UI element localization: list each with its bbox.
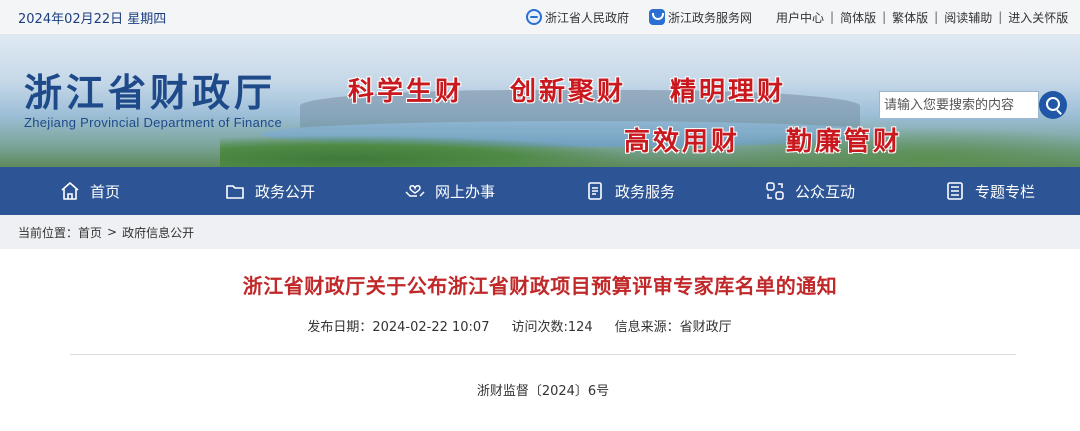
- banner-trees: [220, 135, 640, 167]
- link-user-center[interactable]: 用户中心: [776, 9, 824, 26]
- publish-date: 发布日期：2024-02-22 10:07: [307, 320, 490, 335]
- document-number: 浙财监督〔2024〕6号: [476, 384, 610, 399]
- folder-icon: [226, 185, 244, 199]
- divider: [70, 354, 1016, 355]
- breadcrumb-prefix: 当前位置：: [18, 225, 79, 240]
- gov-service-icon: [649, 9, 666, 25]
- link-gov-service-label: 浙江政务服务网: [668, 10, 753, 25]
- search-button[interactable]: [1039, 91, 1067, 119]
- nav-item-label: 网上办事: [434, 182, 495, 201]
- provincial-gov-icon: [526, 9, 542, 25]
- current-date: 2024年02月22日 星期四: [18, 12, 167, 27]
- link-provincial-gov[interactable]: 浙江省人民政府: [526, 9, 629, 26]
- nav-item-label: 首页: [89, 182, 120, 201]
- nav-item-gov-affairs[interactable]: 政务公开: [180, 167, 360, 215]
- slogan: 创新聚财: [510, 77, 627, 107]
- nav-item-label: 专题专栏: [974, 182, 1035, 201]
- top-utility-bar: 2024年02月22日 星期四 浙江省人民政府 浙江政务服务网 用户中心 | 简…: [0, 0, 1080, 35]
- separator: |: [998, 10, 1003, 24]
- separator: |: [830, 10, 835, 24]
- document-icon: [588, 182, 602, 200]
- search-box: [879, 91, 1067, 120]
- nav-item-label: 公众互动: [794, 182, 855, 201]
- link-simplified[interactable]: 简体版: [840, 9, 876, 26]
- link-traditional[interactable]: 繁体版: [892, 9, 928, 26]
- slogan: 科学生财: [348, 77, 465, 107]
- site-logo[interactable]: 浙江省财政厅 Zhejiang Provincial Department of…: [24, 70, 282, 131]
- link-provincial-gov-label: 浙江省人民政府: [545, 10, 630, 25]
- nav-item-online-service[interactable]: 网上办事: [360, 167, 540, 215]
- top-links: 浙江省人民政府 浙江政务服务网 用户中心 | 简体版 | 繁体版 | 阅读辅助 …: [526, 7, 1068, 27]
- slogan: 勤廉管财: [786, 127, 903, 157]
- link-care-mode[interactable]: 进入关怀版: [1008, 9, 1068, 26]
- header-banner: 浙江省财政厅 Zhejiang Provincial Department of…: [0, 35, 1080, 167]
- search-input[interactable]: [879, 91, 1039, 119]
- breadcrumb: 当前位置： 首页 > 政府信息公开: [0, 215, 1080, 249]
- nav-item-gov-service[interactable]: 政务服务: [540, 167, 720, 215]
- article-title: 浙江省财政厅关于公布浙江省财政项目预算评审专家库名单的通知: [242, 274, 838, 298]
- separator: |: [934, 10, 939, 24]
- site-title-en: Zhejiang Provincial Department of Financ…: [24, 115, 282, 130]
- hands-heart-icon: [405, 185, 425, 197]
- site-title-cn: 浙江省财政厅: [24, 70, 277, 115]
- main-nav: 首页 政务公开 网上办事 政务服务 公众互动 专题专栏: [0, 167, 1080, 215]
- link-gov-service[interactable]: 浙江政务服务网: [649, 9, 752, 26]
- home-icon: [61, 182, 79, 200]
- nav-item-special-topics[interactable]: 专题专栏: [900, 167, 1080, 215]
- slogan: 精明理财: [670, 77, 787, 107]
- nav-item-home[interactable]: 首页: [0, 167, 180, 215]
- nav-item-label: 政务公开: [254, 182, 315, 201]
- article-meta: 发布日期：2024-02-22 10:07 访问次数:124 信息来源：省财政厅: [0, 316, 1080, 335]
- view-count: 访问次数:124: [511, 320, 593, 335]
- breadcrumb-gov-info[interactable]: 政府信息公开: [122, 224, 194, 241]
- list-document-icon: [947, 182, 963, 200]
- breadcrumb-home[interactable]: 首页: [78, 224, 102, 241]
- info-source: 信息来源：省财政厅: [614, 320, 732, 335]
- nav-item-label: 政务服务: [614, 182, 675, 201]
- separator: |: [882, 10, 887, 24]
- link-reading-aid[interactable]: 阅读辅助: [944, 9, 992, 26]
- interaction-icon: [766, 182, 784, 200]
- slogan: 高效用财: [624, 127, 741, 157]
- breadcrumb-separator: >: [107, 225, 118, 239]
- nav-item-interaction[interactable]: 公众互动: [720, 167, 900, 215]
